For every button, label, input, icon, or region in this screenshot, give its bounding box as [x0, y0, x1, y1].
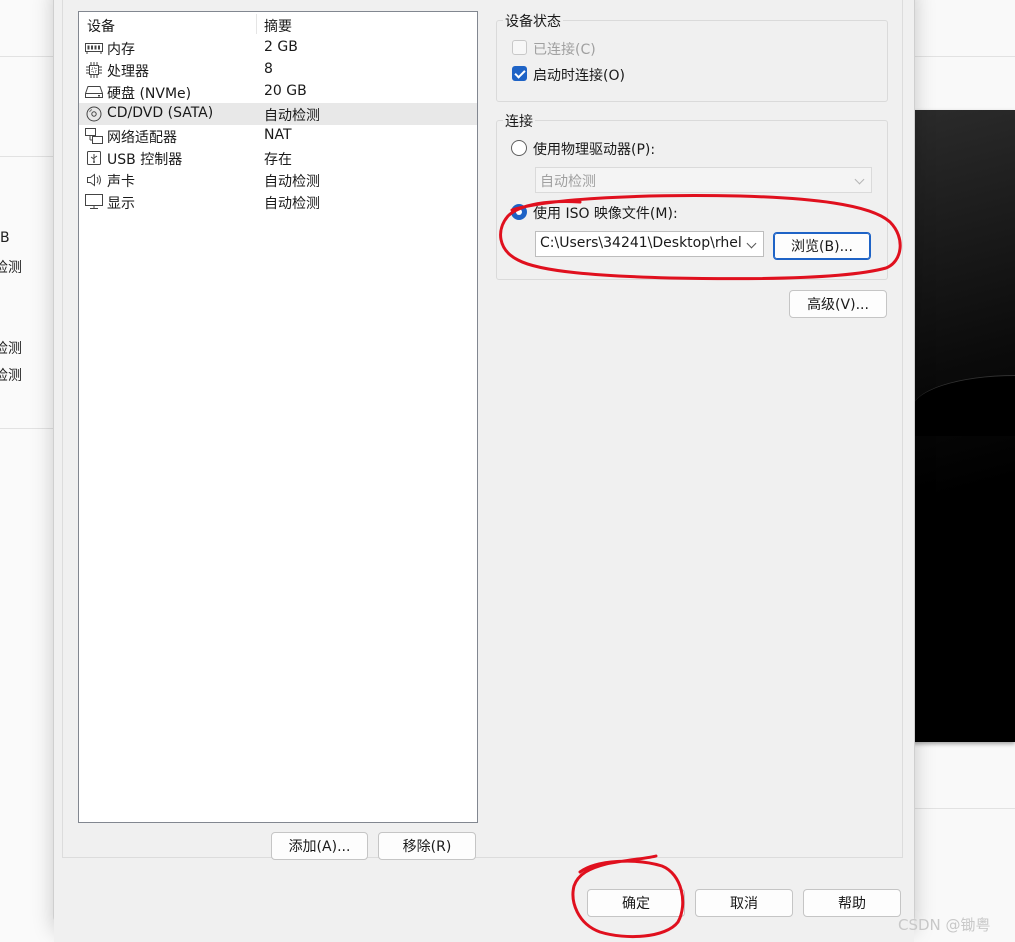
cancel-button[interactable]: 取消 — [695, 889, 793, 917]
physical-drive-value: 自动检测 — [540, 174, 596, 190]
memory-icon — [85, 40, 103, 56]
advanced-button[interactable]: 高级(V)... — [789, 290, 887, 318]
device-summary: 2 GB — [264, 39, 298, 55]
device-status-group — [496, 20, 888, 102]
iso-image-label: 使用 ISO 映像文件(M): — [533, 206, 678, 222]
background-divider — [0, 428, 60, 429]
connected-checkbox[interactable] — [512, 40, 527, 55]
device-row-harddisk[interactable]: 硬盘 (NVMe) 20 GB — [79, 81, 477, 103]
device-row-display[interactable]: 显示 自动检测 — [79, 191, 477, 213]
device-row-processor[interactable]: 处理器 8 — [79, 59, 477, 81]
device-summary: 自动检测 — [264, 196, 320, 212]
device-summary: 自动检测 — [264, 174, 320, 190]
chevron-down-icon — [746, 238, 757, 249]
background-text: 检测 — [0, 260, 22, 276]
physical-drive-radio[interactable] — [511, 140, 527, 156]
background-text: 检测 — [0, 341, 22, 357]
physical-drive-select[interactable]: 自动检测 — [535, 167, 872, 193]
device-row-usb[interactable]: USB 控制器 存在 — [79, 147, 477, 169]
processor-icon — [85, 62, 103, 78]
column-header-summary[interactable]: 摘要 — [264, 16, 292, 36]
device-name: 硬盘 (NVMe) — [107, 86, 192, 102]
device-name: 内存 — [107, 42, 135, 58]
connected-label: 已连接(C) — [533, 42, 596, 58]
device-summary: 存在 — [264, 152, 292, 168]
device-name: 处理器 — [107, 64, 149, 80]
watermark: CSDN @锄粤 — [898, 916, 991, 934]
device-row-network-adapter[interactable]: 网络适配器 NAT — [79, 125, 477, 147]
device-name: 声卡 — [107, 174, 135, 190]
device-row-sound[interactable]: 声卡 自动检测 — [79, 169, 477, 191]
add-device-button[interactable]: 添加(A)... — [271, 832, 368, 860]
iso-path-combobox[interactable]: C:\Users\34241\Desktop\rhel-9 — [535, 231, 764, 257]
column-header-device[interactable]: 设备 — [87, 16, 115, 36]
harddisk-icon — [85, 84, 103, 100]
device-name: 网络适配器 — [107, 130, 177, 146]
column-divider[interactable] — [256, 14, 257, 34]
device-status-title: 设备状态 — [503, 11, 563, 31]
device-summary: NAT — [264, 127, 292, 143]
device-summary: 自动检测 — [264, 108, 320, 124]
sound-icon — [85, 172, 103, 188]
physical-drive-label: 使用物理驱动器(P): — [533, 142, 656, 158]
device-name: 显示 — [107, 196, 135, 212]
browse-button[interactable]: 浏览(B)... — [773, 232, 871, 260]
connect-at-power-on-label: 启动时连接(O) — [533, 68, 625, 84]
background-divider — [910, 56, 1015, 57]
device-row-cd-dvd[interactable]: CD/DVD (SATA) 自动检测 — [79, 103, 477, 125]
background-text: B — [0, 230, 10, 246]
remove-device-button[interactable]: 移除(R) — [378, 832, 476, 860]
connect-at-power-on-checkbox[interactable] — [512, 66, 527, 81]
device-name: CD/DVD (SATA) — [107, 105, 214, 121]
background-left-panel: B 检测 检测 检测 — [0, 0, 60, 942]
background-divider — [0, 156, 60, 157]
background-divider — [910, 808, 1015, 809]
device-summary: 20 GB — [264, 83, 307, 99]
ok-button[interactable]: 确定 — [587, 889, 685, 917]
help-button[interactable]: 帮助 — [803, 889, 901, 917]
connection-title: 连接 — [503, 111, 535, 131]
background-text: 检测 — [0, 368, 22, 384]
device-summary: 8 — [264, 61, 273, 77]
iso-image-radio[interactable] — [511, 204, 527, 220]
display-icon — [85, 194, 103, 210]
background-divider — [0, 56, 60, 57]
usb-icon — [85, 150, 103, 166]
chevron-down-icon — [854, 174, 865, 185]
device-row-memory[interactable]: 内存 2 GB — [79, 37, 477, 59]
iso-path-value: C:\Users\34241\Desktop\rhel-9 — [540, 235, 741, 251]
network-adapter-icon — [85, 128, 103, 144]
device-list[interactable]: 设备 摘要 内存 2 GB 处理器 8 硬盘 (NVMe) 20 GB CD/D… — [78, 11, 478, 823]
device-name: USB 控制器 — [107, 152, 183, 168]
vm-preview-screen — [912, 110, 1015, 742]
cd-dvd-icon — [85, 106, 103, 122]
device-list-header: 设备 摘要 — [79, 12, 477, 36]
